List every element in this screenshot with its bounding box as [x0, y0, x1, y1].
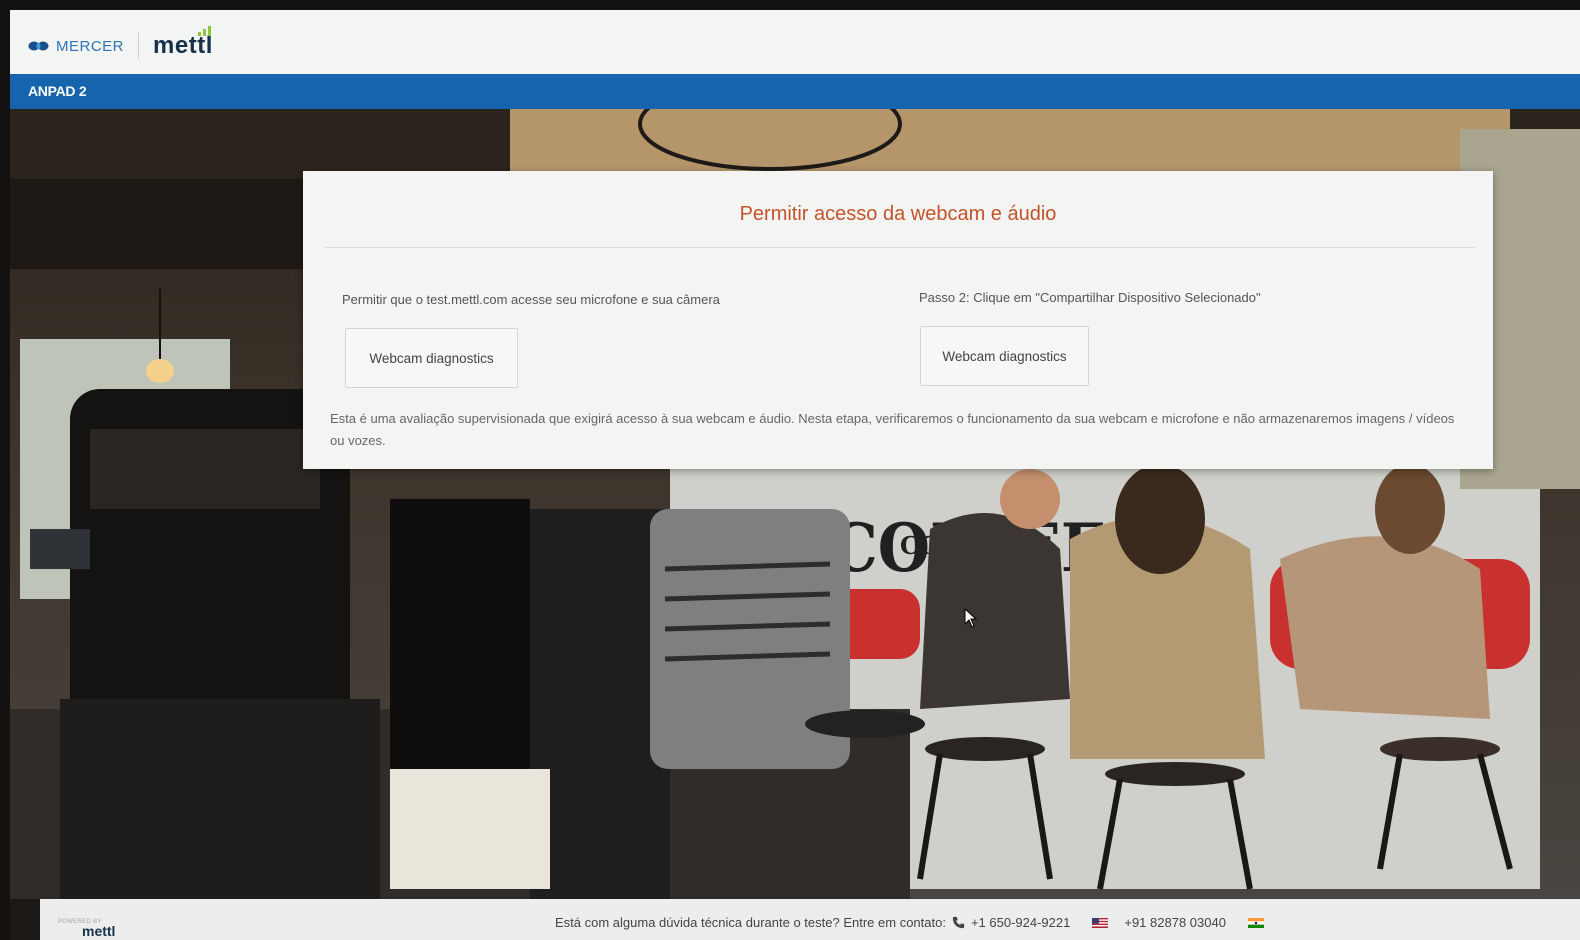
- india-phone-number[interactable]: +91 82878 03040: [1124, 915, 1226, 930]
- footer: POWERED BY mettl Está com alguma dúvida …: [40, 899, 1580, 940]
- dialog-divider: [325, 247, 1475, 248]
- brand-logos: MERCER mettl: [28, 26, 213, 60]
- webcam-diagnostics-button-1[interactable]: Webcam diagnostics: [345, 328, 518, 388]
- mettl-logo: mettl: [153, 26, 213, 60]
- proctoring-notice: Esta é uma avaliação supervisionada que …: [330, 411, 1455, 448]
- assessment-title: ANPAD 2: [28, 83, 87, 99]
- step2-instruction: Passo 2: Clique em "Compartilhar Disposi…: [919, 290, 1261, 305]
- mettl-logo-text: mettl: [153, 32, 213, 59]
- mercer-logo-text: MERCER: [56, 37, 125, 55]
- step1-instruction: Permitir que o test.mettl.com acesse seu…: [342, 292, 720, 307]
- mercer-logo: MERCER: [28, 38, 124, 55]
- app-screen: MERCER mettl ANPAD 2 CO. Permitir acesso…: [10, 10, 1580, 940]
- us-phone-number[interactable]: +1 650-924-9221: [971, 915, 1070, 930]
- phone-icon: [952, 916, 965, 929]
- footer-mettl-logo: mettl: [82, 923, 116, 939]
- dialog-title: Permitir acesso da webcam e áudio: [739, 203, 1057, 225]
- mercer-mark-icon: [28, 41, 49, 51]
- mouse-cursor-icon: [964, 608, 978, 628]
- webcam-access-dialog: Permitir acesso da webcam e áudio Permit…: [303, 171, 1493, 469]
- support-contact: Está com alguma dúvida técnica durante o…: [555, 915, 1274, 930]
- assessment-title-bar: ANPAD 2: [10, 74, 1580, 109]
- us-flag-icon: [1092, 917, 1109, 928]
- brand-divider: [138, 33, 140, 59]
- contact-prompt: Está com alguma dúvida técnica durante o…: [555, 915, 946, 930]
- webcam-diagnostics-button-2[interactable]: Webcam diagnostics: [920, 326, 1089, 386]
- mettl-bars-icon: [197, 26, 211, 36]
- india-flag-icon: [1247, 917, 1264, 928]
- top-header: MERCER mettl: [10, 10, 1580, 74]
